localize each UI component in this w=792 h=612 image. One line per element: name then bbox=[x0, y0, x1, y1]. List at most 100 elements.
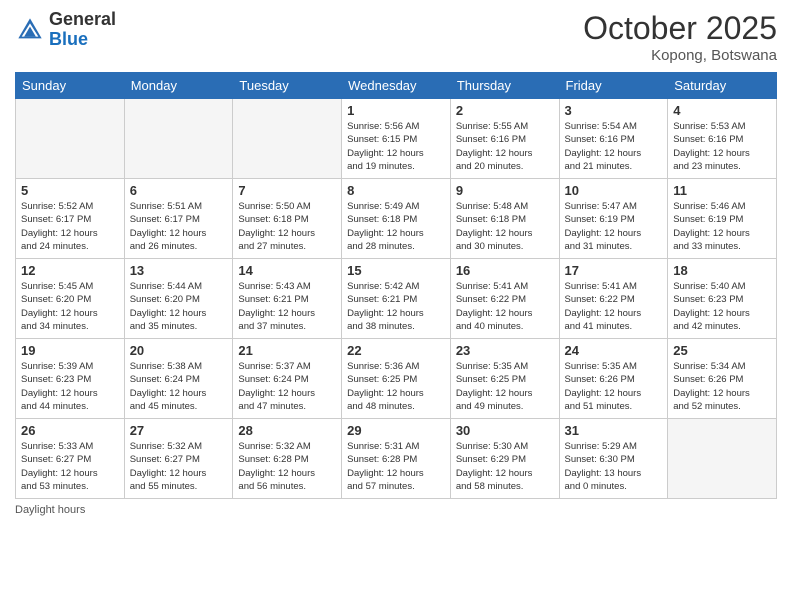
logo-blue-text: Blue bbox=[49, 29, 88, 49]
day-number: 1 bbox=[347, 103, 445, 118]
day-number: 4 bbox=[673, 103, 771, 118]
day-info: Sunrise: 5:33 AM Sunset: 6:27 PM Dayligh… bbox=[21, 440, 119, 493]
calendar-cell bbox=[668, 419, 777, 499]
calendar: SundayMondayTuesdayWednesdayThursdayFrid… bbox=[15, 72, 777, 499]
day-info: Sunrise: 5:32 AM Sunset: 6:28 PM Dayligh… bbox=[238, 440, 336, 493]
month-title: October 2025 bbox=[583, 10, 777, 47]
logo-icon bbox=[15, 15, 45, 45]
day-info: Sunrise: 5:35 AM Sunset: 6:25 PM Dayligh… bbox=[456, 360, 554, 413]
header: General Blue October 2025 Kopong, Botswa… bbox=[15, 10, 777, 64]
calendar-cell: 11Sunrise: 5:46 AM Sunset: 6:19 PM Dayli… bbox=[668, 179, 777, 259]
day-number: 20 bbox=[130, 343, 228, 358]
day-number: 26 bbox=[21, 423, 119, 438]
calendar-cell: 13Sunrise: 5:44 AM Sunset: 6:20 PM Dayli… bbox=[124, 259, 233, 339]
daylight-label: Daylight hours bbox=[15, 504, 85, 516]
calendar-cell: 20 Sunrise: 5:38 AM Sunset: 6:24 PM Dayli… bbox=[124, 339, 233, 419]
calendar-cell: 3Sunrise: 5:54 AM Sunset: 6:16 PM Daylig… bbox=[559, 99, 668, 179]
calendar-body: 1 Sunrise: 5:56 AM Sunset: 6:15 PM Daylig… bbox=[16, 99, 777, 499]
day-info: Sunrise: 5:36 AM Sunset: 6:25 PM Dayligh… bbox=[347, 360, 445, 413]
day-number: 2 bbox=[456, 103, 554, 118]
day-info: Sunrise: 5:35 AM Sunset: 6:26 PM Dayligh… bbox=[565, 360, 663, 413]
calendar-cell bbox=[16, 99, 125, 179]
week-row-5: 26 Sunrise: 5:33 AM Sunset: 6:27 PM Dayli… bbox=[16, 419, 777, 499]
calendar-cell: 12Sunrise: 5:45 AM Sunset: 6:20 PM Dayli… bbox=[16, 259, 125, 339]
page: General Blue October 2025 Kopong, Botswa… bbox=[0, 0, 792, 612]
calendar-cell: 7Sunrise: 5:50 AM Sunset: 6:18 PM Daylig… bbox=[233, 179, 342, 259]
calendar-cell: 19Sunrise: 5:39 AM Sunset: 6:23 PM Dayli… bbox=[16, 339, 125, 419]
day-info: Sunrise: 5:48 AM Sunset: 6:18 PM Dayligh… bbox=[456, 200, 554, 253]
day-info: Sunrise: 5:29 AM Sunset: 6:30 PM Dayligh… bbox=[565, 440, 663, 493]
calendar-cell: 27 Sunrise: 5:32 AM Sunset: 6:27 PM Dayli… bbox=[124, 419, 233, 499]
calendar-cell bbox=[233, 99, 342, 179]
day-info: Sunrise: 5:56 AM Sunset: 6:15 PM Dayligh… bbox=[347, 120, 445, 173]
day-info: Sunrise: 5:31 AM Sunset: 6:28 PM Dayligh… bbox=[347, 440, 445, 493]
logo-general-text: General bbox=[49, 9, 116, 29]
day-info: Sunrise: 5:45 AM Sunset: 6:20 PM Dayligh… bbox=[21, 280, 119, 333]
calendar-cell: 26 Sunrise: 5:33 AM Sunset: 6:27 PM Dayli… bbox=[16, 419, 125, 499]
weekday-header-thursday: Thursday bbox=[450, 73, 559, 99]
day-number: 24 bbox=[565, 343, 663, 358]
footer: Daylight hours bbox=[15, 504, 777, 516]
week-row-2: 5 Sunrise: 5:52 AM Sunset: 6:17 PM Daylig… bbox=[16, 179, 777, 259]
day-number: 31 bbox=[565, 423, 663, 438]
calendar-cell: 28Sunrise: 5:32 AM Sunset: 6:28 PM Dayli… bbox=[233, 419, 342, 499]
weekday-header-sunday: Sunday bbox=[16, 73, 125, 99]
day-number: 25 bbox=[673, 343, 771, 358]
calendar-cell: 6 Sunrise: 5:51 AM Sunset: 6:17 PM Daylig… bbox=[124, 179, 233, 259]
day-number: 23 bbox=[456, 343, 554, 358]
day-info: Sunrise: 5:50 AM Sunset: 6:18 PM Dayligh… bbox=[238, 200, 336, 253]
calendar-header: SundayMondayTuesdayWednesdayThursdayFrid… bbox=[16, 73, 777, 99]
day-info: Sunrise: 5:32 AM Sunset: 6:27 PM Dayligh… bbox=[130, 440, 228, 493]
weekday-header-tuesday: Tuesday bbox=[233, 73, 342, 99]
day-number: 30 bbox=[456, 423, 554, 438]
calendar-cell: 2 Sunrise: 5:55 AM Sunset: 6:16 PM Daylig… bbox=[450, 99, 559, 179]
title-block: October 2025 Kopong, Botswana bbox=[583, 10, 777, 64]
calendar-cell: 18 Sunrise: 5:40 AM Sunset: 6:23 PM Dayli… bbox=[668, 259, 777, 339]
location-title: Kopong, Botswana bbox=[583, 47, 777, 64]
day-info: Sunrise: 5:38 AM Sunset: 6:24 PM Dayligh… bbox=[130, 360, 228, 413]
day-info: Sunrise: 5:46 AM Sunset: 6:19 PM Dayligh… bbox=[673, 200, 771, 253]
calendar-cell: 23 Sunrise: 5:35 AM Sunset: 6:25 PM Dayli… bbox=[450, 339, 559, 419]
day-number: 6 bbox=[130, 183, 228, 198]
calendar-cell: 30 Sunrise: 5:30 AM Sunset: 6:29 PM Dayli… bbox=[450, 419, 559, 499]
day-number: 8 bbox=[347, 183, 445, 198]
day-number: 15 bbox=[347, 263, 445, 278]
calendar-cell: 22 Sunrise: 5:36 AM Sunset: 6:25 PM Dayli… bbox=[342, 339, 451, 419]
day-info: Sunrise: 5:53 AM Sunset: 6:16 PM Dayligh… bbox=[673, 120, 771, 173]
calendar-cell: 16Sunrise: 5:41 AM Sunset: 6:22 PM Dayli… bbox=[450, 259, 559, 339]
day-number: 27 bbox=[130, 423, 228, 438]
day-info: Sunrise: 5:40 AM Sunset: 6:23 PM Dayligh… bbox=[673, 280, 771, 333]
day-info: Sunrise: 5:55 AM Sunset: 6:16 PM Dayligh… bbox=[456, 120, 554, 173]
logo: General Blue bbox=[15, 10, 116, 50]
week-row-3: 12Sunrise: 5:45 AM Sunset: 6:20 PM Dayli… bbox=[16, 259, 777, 339]
weekday-header-monday: Monday bbox=[124, 73, 233, 99]
calendar-cell: 29 Sunrise: 5:31 AM Sunset: 6:28 PM Dayli… bbox=[342, 419, 451, 499]
calendar-cell: 1 Sunrise: 5:56 AM Sunset: 6:15 PM Daylig… bbox=[342, 99, 451, 179]
day-info: Sunrise: 5:44 AM Sunset: 6:20 PM Dayligh… bbox=[130, 280, 228, 333]
calendar-cell: 10Sunrise: 5:47 AM Sunset: 6:19 PM Dayli… bbox=[559, 179, 668, 259]
calendar-cell: 5 Sunrise: 5:52 AM Sunset: 6:17 PM Daylig… bbox=[16, 179, 125, 259]
day-number: 29 bbox=[347, 423, 445, 438]
day-info: Sunrise: 5:51 AM Sunset: 6:17 PM Dayligh… bbox=[130, 200, 228, 253]
week-row-1: 1 Sunrise: 5:56 AM Sunset: 6:15 PM Daylig… bbox=[16, 99, 777, 179]
day-info: Sunrise: 5:39 AM Sunset: 6:23 PM Dayligh… bbox=[21, 360, 119, 413]
day-info: Sunrise: 5:52 AM Sunset: 6:17 PM Dayligh… bbox=[21, 200, 119, 253]
day-number: 21 bbox=[238, 343, 336, 358]
day-number: 22 bbox=[347, 343, 445, 358]
day-info: Sunrise: 5:49 AM Sunset: 6:18 PM Dayligh… bbox=[347, 200, 445, 253]
day-info: Sunrise: 5:34 AM Sunset: 6:26 PM Dayligh… bbox=[673, 360, 771, 413]
weekday-row: SundayMondayTuesdayWednesdayThursdayFrid… bbox=[16, 73, 777, 99]
calendar-cell: 24 Sunrise: 5:35 AM Sunset: 6:26 PM Dayli… bbox=[559, 339, 668, 419]
weekday-header-saturday: Saturday bbox=[668, 73, 777, 99]
day-number: 5 bbox=[21, 183, 119, 198]
logo-text: General Blue bbox=[49, 10, 116, 50]
calendar-cell: 14Sunrise: 5:43 AM Sunset: 6:21 PM Dayli… bbox=[233, 259, 342, 339]
day-info: Sunrise: 5:41 AM Sunset: 6:22 PM Dayligh… bbox=[456, 280, 554, 333]
day-info: Sunrise: 5:30 AM Sunset: 6:29 PM Dayligh… bbox=[456, 440, 554, 493]
day-number: 10 bbox=[565, 183, 663, 198]
day-info: Sunrise: 5:54 AM Sunset: 6:16 PM Dayligh… bbox=[565, 120, 663, 173]
calendar-cell: 4 Sunrise: 5:53 AM Sunset: 6:16 PM Daylig… bbox=[668, 99, 777, 179]
calendar-cell: 17Sunrise: 5:41 AM Sunset: 6:22 PM Dayli… bbox=[559, 259, 668, 339]
calendar-cell: 15Sunrise: 5:42 AM Sunset: 6:21 PM Dayli… bbox=[342, 259, 451, 339]
day-number: 18 bbox=[673, 263, 771, 278]
